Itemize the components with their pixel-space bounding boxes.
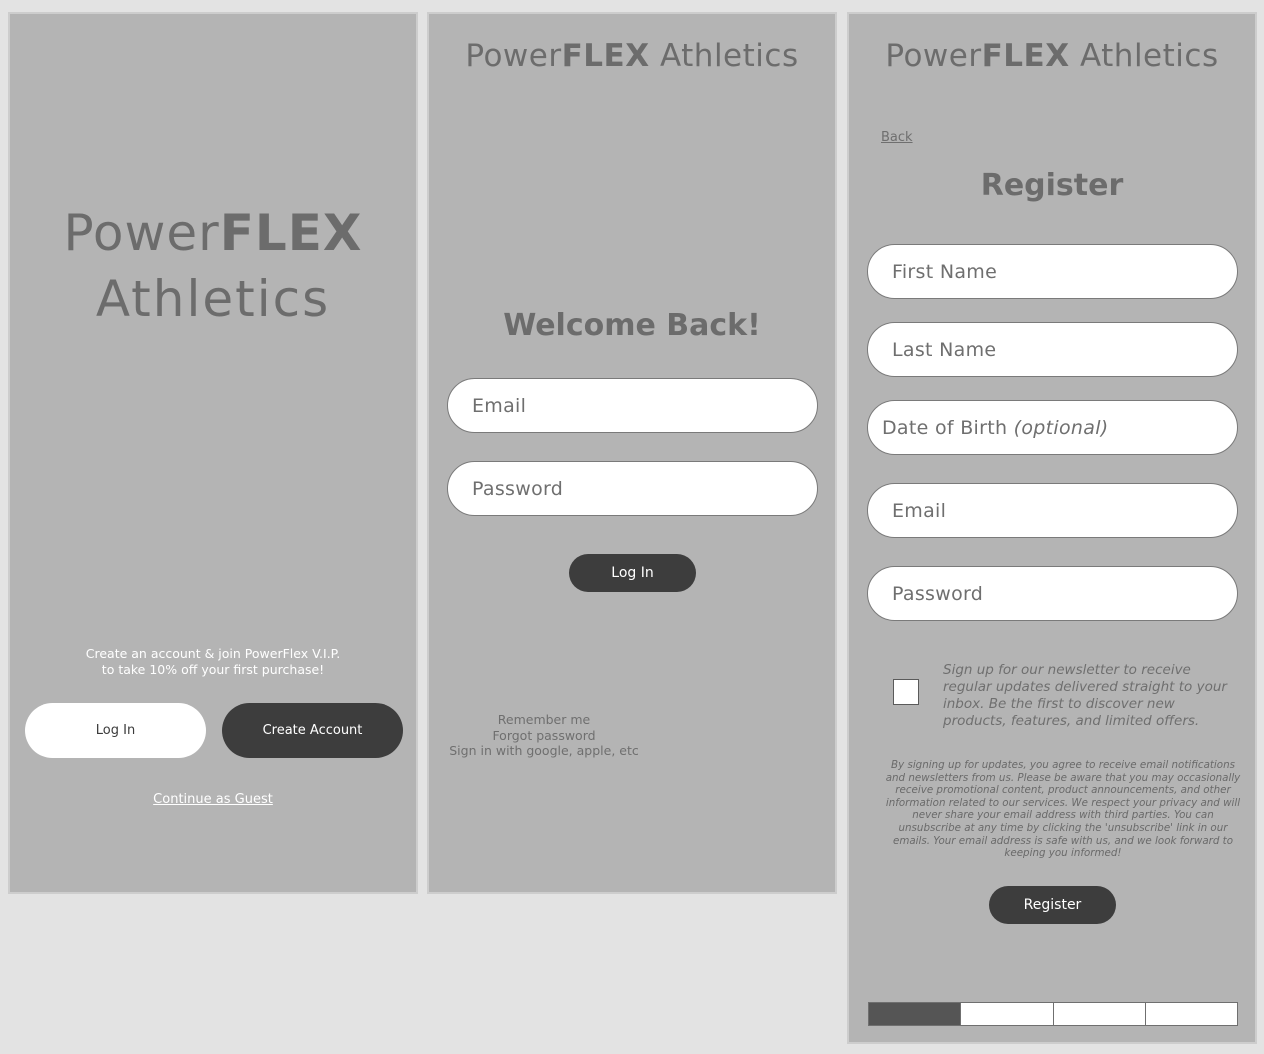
login-options: Remember me Forgot password Sign in with… <box>439 712 649 759</box>
email-field[interactable]: Email <box>867 483 1238 538</box>
progress-segment <box>1053 1003 1146 1025</box>
registration-progress-bar <box>868 1002 1238 1026</box>
progress-segment <box>1145 1003 1237 1025</box>
newsletter-text: Sign up for our newsletter to receive re… <box>943 662 1227 729</box>
brand-logo: PowerFLEX Athletics <box>849 38 1255 74</box>
brand-flex: FLEX <box>981 38 1070 74</box>
register-button[interactable]: Register <box>989 886 1116 924</box>
brand-power: Power <box>465 38 562 74</box>
login-submit-button[interactable]: Log In <box>569 554 696 592</box>
register-screen: PowerFLEX Athletics Back Register First … <box>847 12 1257 1044</box>
register-heading: Register <box>980 168 1124 203</box>
welcome-screen: PowerFLEX Athletics Create an account & … <box>8 12 418 894</box>
email-field[interactable]: Email <box>447 378 818 433</box>
back-link[interactable]: Back <box>881 130 913 145</box>
create-account-button[interactable]: Create Account <box>222 703 403 758</box>
brand-flex: FLEX <box>561 38 650 74</box>
vip-promo-text: Create an account & join PowerFlex V.I.P… <box>10 646 416 678</box>
welcome-back-heading: Welcome Back! <box>503 308 761 343</box>
forgot-password-link[interactable]: Forgot password <box>439 728 649 744</box>
brand-athletics: Athletics <box>1079 38 1219 74</box>
dob-optional-label: (optional) <box>1013 416 1109 439</box>
remember-me-option[interactable]: Remember me <box>439 712 649 728</box>
login-button[interactable]: Log In <box>25 703 206 758</box>
dob-label: Date of Birth <box>882 416 1008 439</box>
first-name-field[interactable]: First Name <box>867 244 1238 299</box>
brand-power: Power <box>885 38 982 74</box>
progress-segment <box>869 1003 962 1025</box>
login-screen: PowerFLEX Athletics Welcome Back! Email … <box>427 12 837 894</box>
last-name-field[interactable]: Last Name <box>867 322 1238 377</box>
brand-athletics: Athletics <box>95 270 331 328</box>
brand-power: Power <box>63 204 220 262</box>
date-of-birth-field[interactable]: Date of Birth (optional) <box>867 400 1238 455</box>
legal-disclaimer: By signing up for updates, you agree to … <box>885 759 1241 860</box>
continue-as-guest-link[interactable]: Continue as Guest <box>10 792 416 807</box>
password-field[interactable]: Password <box>867 566 1238 621</box>
brand-athletics: Athletics <box>659 38 799 74</box>
brand-flex: FLEX <box>219 204 363 262</box>
brand-line-1: PowerFLEX <box>10 204 416 262</box>
password-field[interactable]: Password <box>447 461 818 516</box>
newsletter-checkbox[interactable] <box>893 679 919 705</box>
progress-segment <box>961 1003 1054 1025</box>
social-signin-link[interactable]: Sign in with google, apple, etc <box>439 743 649 759</box>
brand-logo: PowerFLEX Athletics <box>429 38 835 74</box>
promo-line-1: Create an account & join PowerFlex V.I.P… <box>85 646 341 661</box>
promo-line-2: to take 10% off your first purchase! <box>101 662 325 677</box>
